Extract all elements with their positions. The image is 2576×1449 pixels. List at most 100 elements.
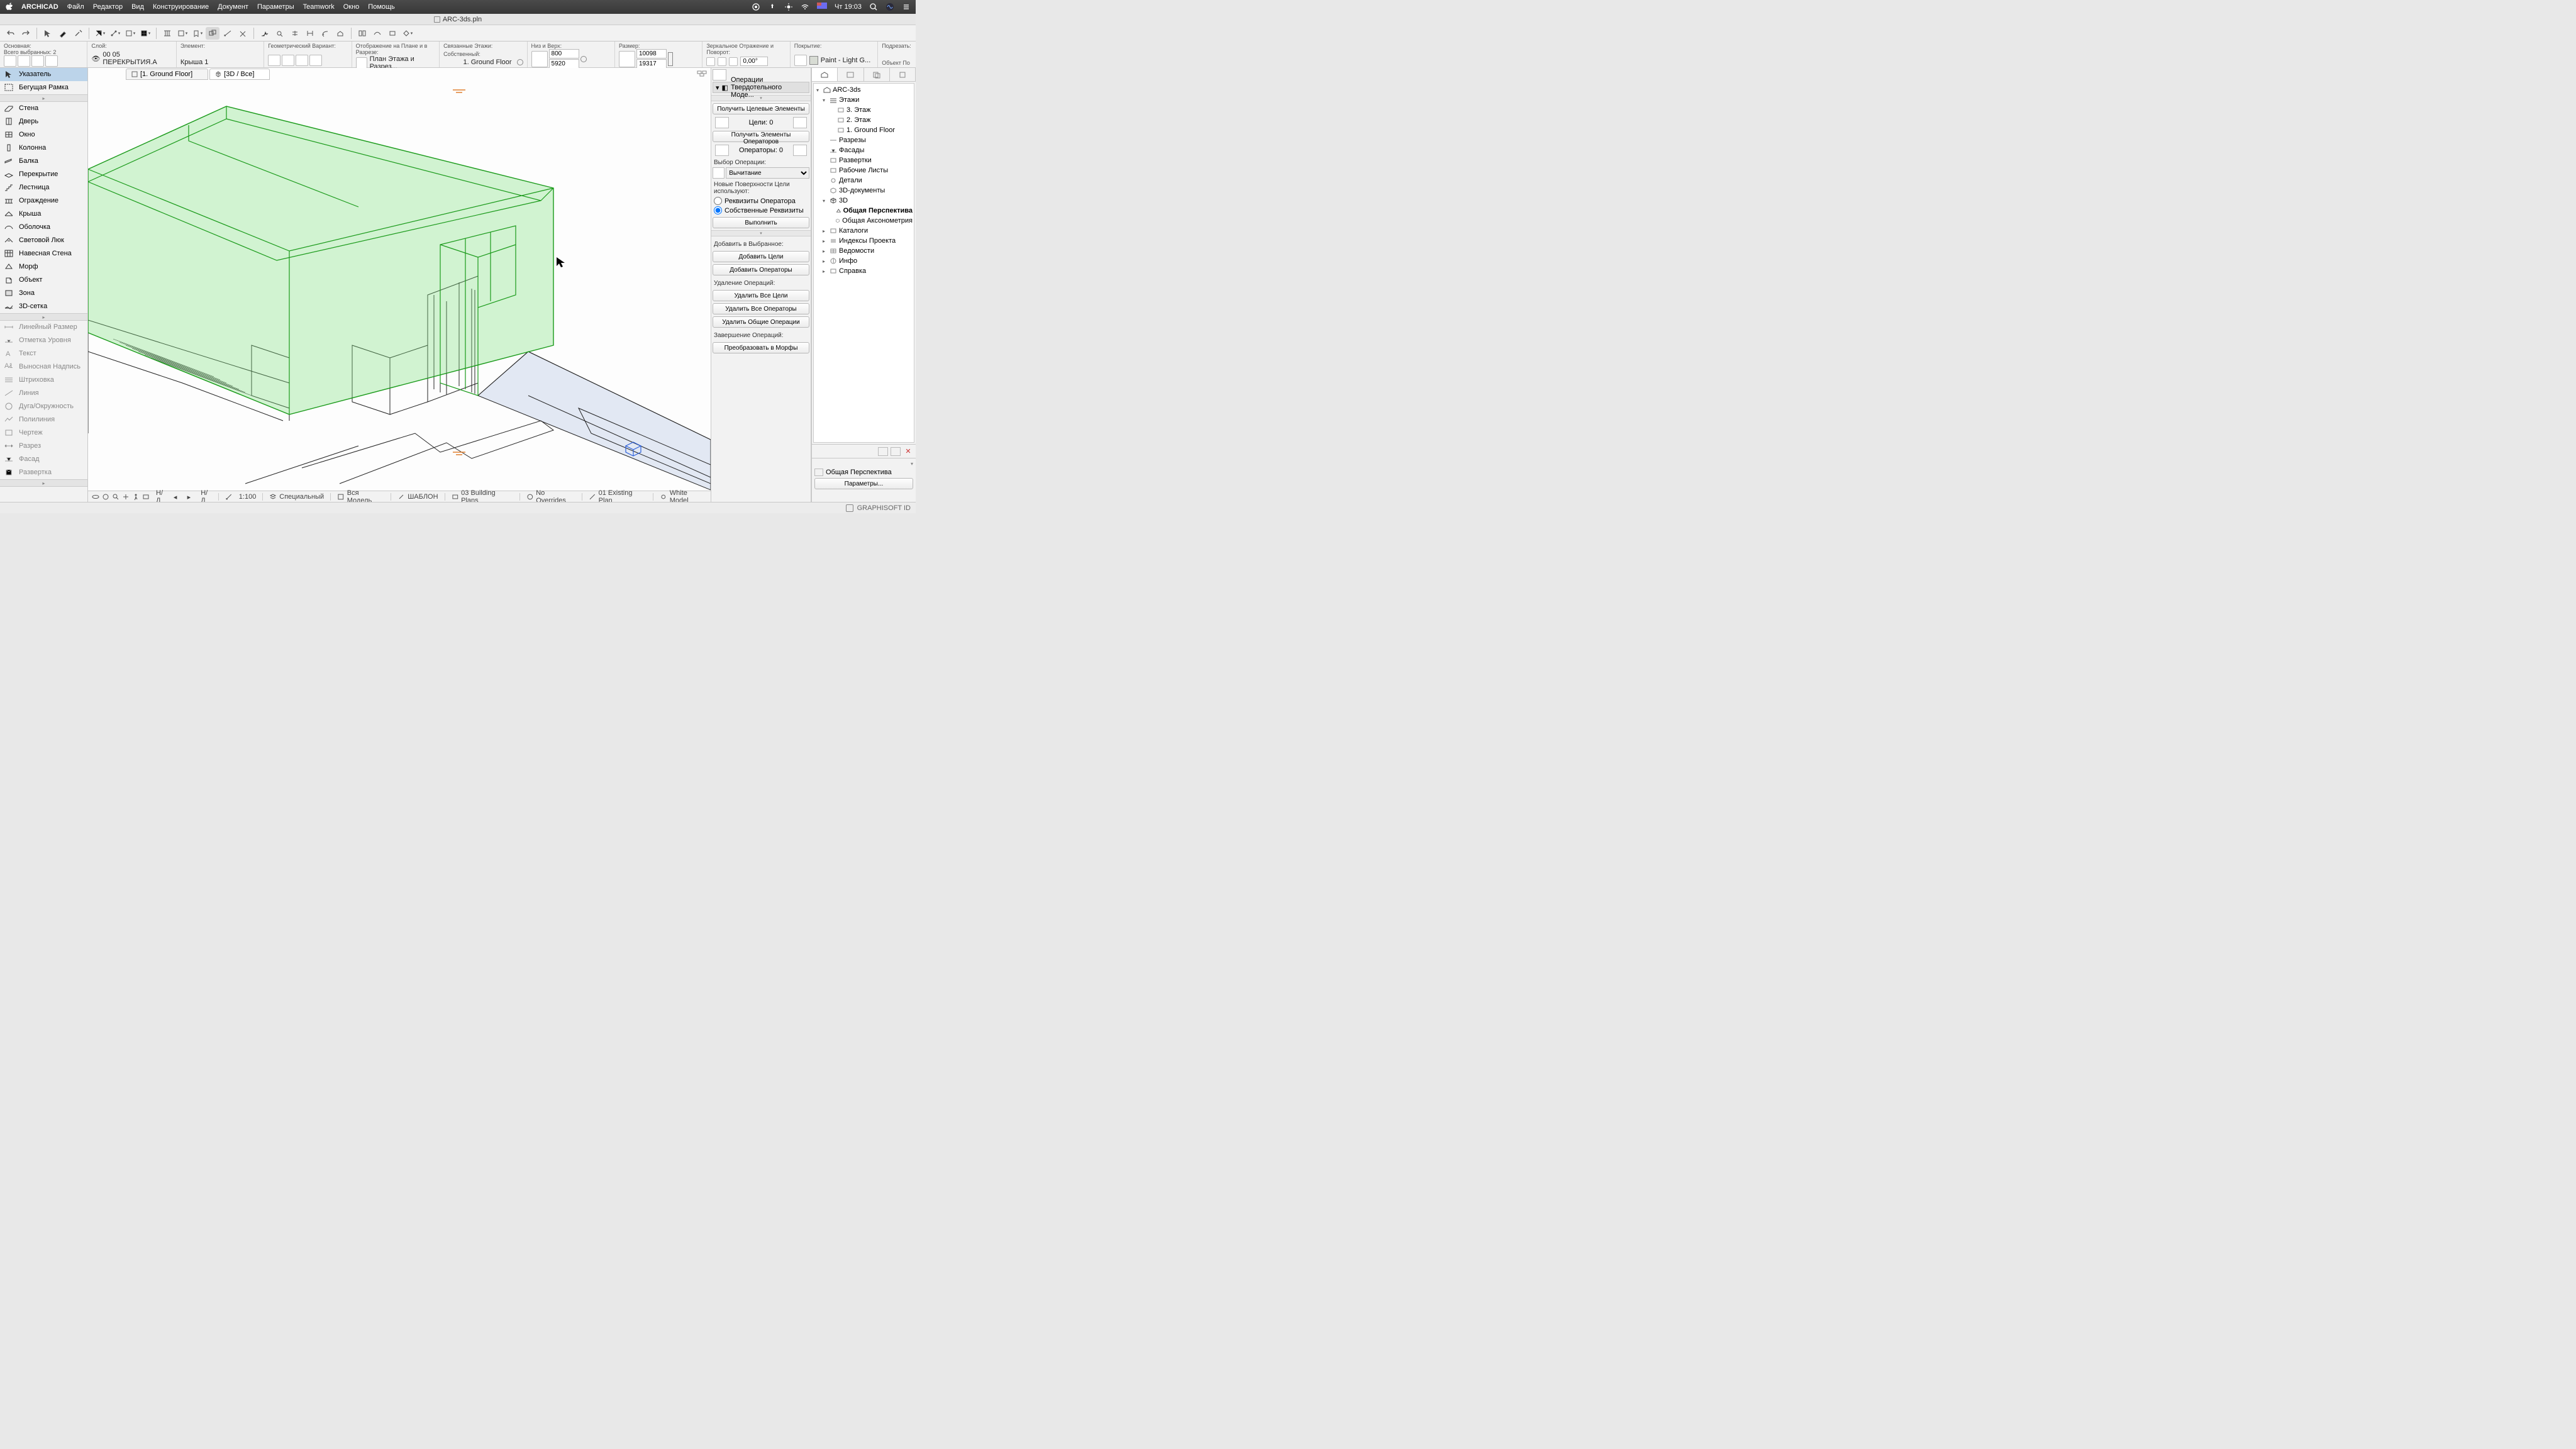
geom-method-4-button[interactable]: [309, 55, 322, 66]
tree-indexes[interactable]: ▸Индексы Проекта: [815, 236, 913, 246]
menu-design[interactable]: Конструирование: [153, 3, 209, 11]
toolbox-separator[interactable]: ▸: [0, 94, 87, 102]
input-flag-icon[interactable]: [817, 3, 827, 11]
menu-edit[interactable]: Редактор: [93, 3, 123, 11]
panel-header[interactable]: ▾◧Операции Твердотельного Моде...: [713, 82, 809, 93]
geom-method-1-button[interactable]: [268, 55, 280, 66]
renovation-value[interactable]: 01 Existing Plan: [599, 489, 647, 502]
tool-wall[interactable]: Стена: [0, 102, 87, 115]
tree-info[interactable]: ▸iИнфо: [815, 256, 913, 266]
tool-beam[interactable]: Балка: [0, 155, 87, 168]
size-y-input[interactable]: [636, 59, 667, 69]
layer-value[interactable]: 00 05 ПЕРЕКРЫТИЯ.А: [103, 51, 172, 66]
surface-value[interactable]: Paint - Light G...: [821, 57, 870, 64]
get-operators-button[interactable]: Получить Элементы Операторов: [713, 131, 809, 142]
rotation-input[interactable]: [740, 57, 768, 66]
navigator-tree[interactable]: ▾ARC-3ds ▾Этажи 3. Этаж 2. Этаж 1. Groun…: [813, 83, 914, 443]
menu-document[interactable]: Документ: [218, 3, 248, 11]
pick-button[interactable]: [41, 27, 55, 40]
ruler-button[interactable]: [160, 27, 174, 40]
tool-marquee[interactable]: Бегущая Рамка: [0, 81, 87, 94]
tree-story-3[interactable]: 3. Этаж: [815, 105, 913, 115]
execute-button[interactable]: Выполнить: [713, 217, 809, 228]
nav-clone-button[interactable]: [891, 447, 901, 456]
add-targets-button[interactable]: Добавить Цели: [713, 251, 809, 262]
view-options-dropdown[interactable]: [401, 27, 414, 40]
next-zoom-icon[interactable]: ▸: [187, 493, 195, 501]
element-snap-dropdown[interactable]: [175, 27, 189, 40]
menu-window[interactable]: Окно: [343, 3, 360, 11]
home-button[interactable]: [333, 27, 347, 40]
convert-to-morph-button[interactable]: Преобразовать в Морфы: [713, 342, 809, 353]
delete-all-operators-button[interactable]: Удалить Все Операторы: [713, 303, 809, 314]
tree-interior-elevations[interactable]: Развертки: [815, 155, 913, 165]
surface-swatch[interactable]: [809, 56, 818, 65]
tool-column[interactable]: Колонна: [0, 142, 87, 155]
tab-ground-floor[interactable]: [1. Ground Floor]: [126, 69, 208, 80]
element-id-value[interactable]: Крыша 1: [180, 58, 209, 66]
siri-icon[interactable]: [886, 3, 894, 11]
story-link-icon[interactable]: [517, 59, 523, 65]
undo-button[interactable]: [4, 27, 18, 40]
grid-display-dropdown[interactable]: [138, 27, 152, 40]
tree-details[interactable]: Детали: [815, 175, 913, 186]
tool-section[interactable]: Разрез: [0, 440, 87, 453]
menu-view[interactable]: Вид: [131, 3, 144, 11]
offset-button[interactable]: [318, 27, 332, 40]
grid-snap-dropdown[interactable]: [123, 27, 137, 40]
favorites-apply-button[interactable]: [18, 55, 30, 67]
redo-button[interactable]: [19, 27, 33, 40]
graphisoft-id-icon[interactable]: [846, 504, 853, 512]
tool-door[interactable]: Дверь: [0, 115, 87, 128]
3d-canvas[interactable]: [88, 80, 711, 491]
inject-button[interactable]: [71, 27, 85, 40]
tool-text[interactable]: AТекст: [0, 347, 87, 360]
home-story-value[interactable]: 1. Ground Floor: [463, 58, 511, 66]
tool-curtainwall[interactable]: Навесная Стена: [0, 247, 87, 260]
navigator-tab-project[interactable]: [812, 68, 838, 81]
operation-select[interactable]: Вычитание: [726, 167, 809, 179]
tool-arrow[interactable]: Указатель: [0, 68, 87, 81]
updates-icon[interactable]: [768, 3, 777, 11]
size-link-icon[interactable]: [668, 52, 673, 66]
tool-skylight[interactable]: Световой Люк: [0, 234, 87, 247]
trace-button[interactable]: [370, 27, 384, 40]
eyedropper-button[interactable]: [56, 27, 70, 40]
measure-button[interactable]: [221, 27, 235, 40]
toolbox-separator[interactable]: ▸: [0, 479, 87, 487]
graphisoft-id-label[interactable]: GRAPHISOFT ID: [857, 504, 911, 512]
snap-points-dropdown[interactable]: [108, 27, 122, 40]
radio-own-attrs[interactable]: Собственные Реквизиты: [713, 206, 809, 215]
add-operators-button[interactable]: Добавить Операторы: [713, 264, 809, 275]
favorites-dropdown[interactable]: [191, 27, 204, 40]
elevation-link-icon[interactable]: [580, 56, 587, 62]
toolbox-separator[interactable]: ▸: [0, 313, 87, 321]
tool-stair[interactable]: Лестница: [0, 181, 87, 194]
tool-roof[interactable]: Крыша: [0, 208, 87, 221]
pan-icon[interactable]: [122, 493, 130, 501]
align-button[interactable]: [288, 27, 302, 40]
orbit-icon[interactable]: [92, 493, 99, 501]
menu-options[interactable]: Параметры: [257, 3, 294, 11]
notifications-icon[interactable]: [902, 3, 911, 11]
menu-teamwork[interactable]: Teamwork: [303, 3, 335, 11]
tool-zone[interactable]: Зона: [0, 287, 87, 300]
apple-logo-icon[interactable]: [5, 2, 15, 12]
panel-dock-button[interactable]: [713, 69, 726, 80]
fit-icon[interactable]: [102, 493, 109, 501]
tool-label[interactable]: A1Выносная Надпись: [0, 360, 87, 374]
mvocombo-value[interactable]: 03 Building Plans: [461, 489, 513, 502]
tool-railing[interactable]: Ограждение: [0, 194, 87, 208]
navigator-tab-views[interactable]: [838, 68, 863, 81]
find-select-button[interactable]: [273, 27, 287, 40]
tool-object[interactable]: Объект: [0, 274, 87, 287]
scale-value[interactable]: 1:100: [239, 493, 257, 501]
tool-fill[interactable]: Штриховка: [0, 374, 87, 387]
top-input[interactable]: [549, 59, 579, 69]
navigator-tab-layouts[interactable]: [864, 68, 890, 81]
tree-axonometry[interactable]: Общая Аксонометрия: [815, 216, 913, 226]
nav-new-button[interactable]: [878, 447, 888, 456]
element-info-button[interactable]: [31, 55, 44, 67]
zoom-icon[interactable]: [112, 493, 119, 501]
screen-record-icon[interactable]: [752, 3, 760, 11]
